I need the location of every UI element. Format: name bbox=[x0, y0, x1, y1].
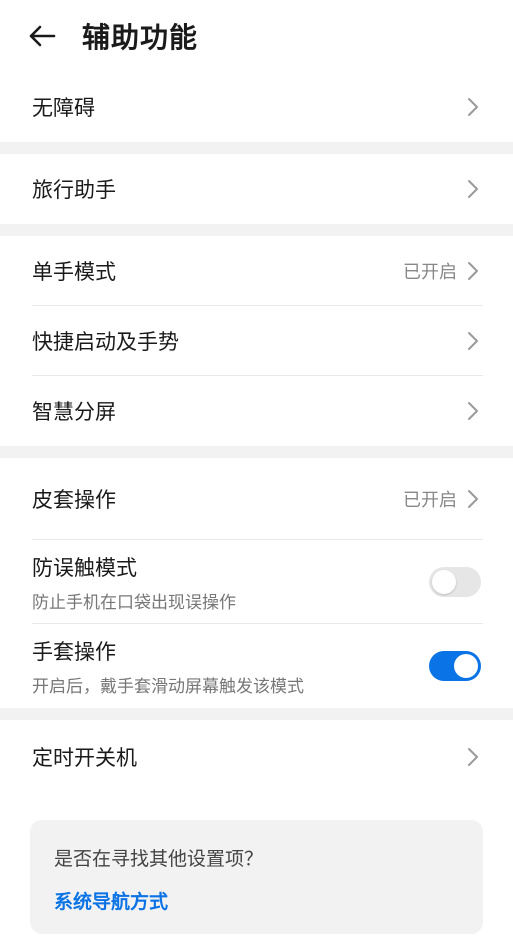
row-label: 防误触模式 bbox=[32, 555, 137, 580]
group-separator bbox=[0, 224, 513, 236]
chevron-right-icon bbox=[467, 331, 481, 351]
row-label: 旅行助手 bbox=[32, 178, 116, 202]
group-accessibility: 无障碍 bbox=[0, 72, 513, 142]
group-schedule: 定时开关机 bbox=[0, 720, 513, 794]
suggestion-link[interactable]: 系统导航方式 bbox=[54, 887, 168, 914]
group-separator bbox=[0, 142, 513, 154]
chevron-right-icon bbox=[467, 489, 481, 509]
status-text: 已开启 bbox=[403, 490, 457, 511]
chevron-right-icon bbox=[467, 747, 481, 767]
row-subtitle: 防止手机在口袋出现误操作 bbox=[32, 592, 236, 613]
chevron-right-icon bbox=[467, 401, 481, 421]
accidental-touch-toggle[interactable] bbox=[429, 567, 481, 597]
group-travel: 旅行助手 bbox=[0, 154, 513, 224]
suggestion-question: 是否在寻找其他设置项？ bbox=[54, 848, 264, 870]
chevron-right-icon bbox=[467, 97, 481, 117]
back-button[interactable] bbox=[28, 16, 68, 56]
row-accidental-touch: 防误触模式 防止手机在口袋出现误操作 bbox=[0, 540, 513, 624]
top-bar: 辅助功能 bbox=[0, 0, 513, 72]
group-separator bbox=[0, 446, 513, 458]
row-one-hand-mode[interactable]: 单手模式 已开启 bbox=[0, 236, 513, 306]
row-travel-assistant[interactable]: 旅行助手 bbox=[0, 154, 513, 224]
glove-mode-toggle[interactable] bbox=[429, 651, 481, 681]
row-label: 定时开关机 bbox=[32, 746, 137, 770]
row-label: 智慧分屏 bbox=[32, 400, 116, 424]
row-glove-mode: 手套操作 开启后，戴手套滑动屏幕触发该模式 bbox=[0, 624, 513, 708]
status-text: 已开启 bbox=[403, 262, 457, 283]
suggestion-card: 是否在寻找其他设置项？ 系统导航方式 bbox=[30, 820, 483, 934]
chevron-right-icon bbox=[467, 261, 481, 281]
row-smart-split[interactable]: 智慧分屏 bbox=[0, 376, 513, 446]
row-quick-launch[interactable]: 快捷启动及手势 bbox=[0, 306, 513, 376]
row-label: 手套操作 bbox=[32, 639, 116, 664]
row-label: 快捷启动及手势 bbox=[32, 330, 179, 354]
toggle-knob bbox=[454, 654, 478, 678]
row-accessibility[interactable]: 无障碍 bbox=[0, 72, 513, 142]
row-label: 单手模式 bbox=[32, 260, 116, 284]
chevron-right-icon bbox=[467, 179, 481, 199]
row-label: 皮套操作 bbox=[32, 488, 116, 512]
toggle-knob bbox=[432, 570, 456, 594]
group-gestures: 单手模式 已开启 快捷启动及手势 智慧分屏 bbox=[0, 236, 513, 446]
group-cover: 皮套操作 已开启 防误触模式 防止手机在口袋出现误操作 手套操作 开启后，戴手套… bbox=[0, 458, 513, 708]
group-separator bbox=[0, 708, 513, 720]
arrow-left-icon bbox=[29, 25, 56, 47]
row-subtitle: 开启后，戴手套滑动屏幕触发该模式 bbox=[32, 676, 304, 697]
page-title: 辅助功能 bbox=[82, 21, 199, 54]
row-label: 无障碍 bbox=[32, 96, 95, 120]
row-cover-operation[interactable]: 皮套操作 已开启 bbox=[0, 458, 513, 540]
row-scheduled-power[interactable]: 定时开关机 bbox=[0, 720, 513, 794]
